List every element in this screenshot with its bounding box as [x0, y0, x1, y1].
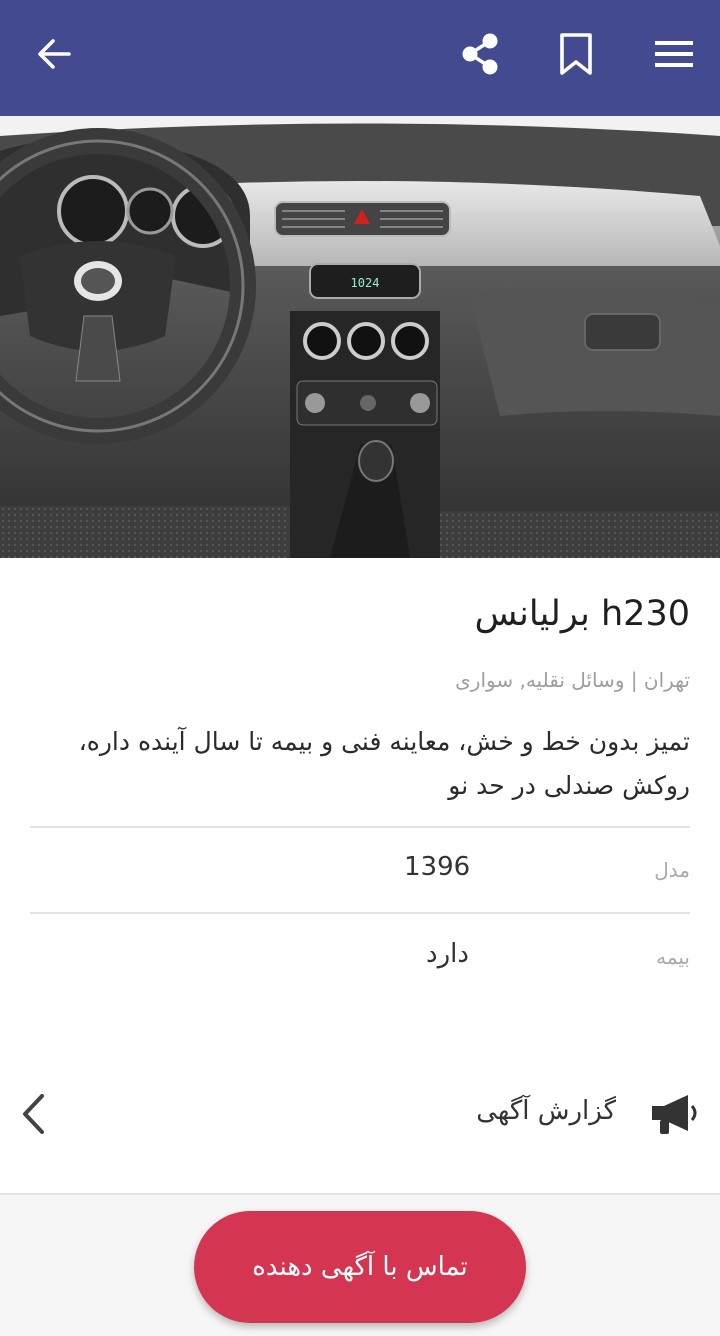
back-arrow-icon: [36, 36, 72, 72]
detail-value-model: 1396: [404, 852, 471, 882]
divider: [30, 912, 690, 914]
megaphone-icon: [648, 1092, 700, 1140]
detail-label-insurance: بیمه: [656, 945, 690, 969]
listing-description: تمیز بدون خط و خش، معاینه فنی و بیمه تا …: [78, 727, 690, 800]
listing-title: برلیانس h230: [474, 594, 690, 634]
hamburger-menu-icon: [655, 40, 693, 68]
bookmark-icon: [558, 32, 594, 76]
divider: [30, 826, 690, 828]
bookmark-button[interactable]: [546, 26, 606, 82]
menu-button[interactable]: [644, 26, 704, 82]
report-listing-label: گزارش آگهی: [476, 1096, 616, 1126]
back-button[interactable]: [24, 26, 84, 82]
listing-location-category: تهران | وسائل نقلیه, سواری: [455, 668, 690, 692]
detail-label-model: مدل: [654, 858, 690, 882]
contact-advertiser-button[interactable]: تماس با آگهی دهنده: [194, 1211, 526, 1323]
share-icon: [458, 32, 502, 76]
detail-value-insurance: دارد: [426, 939, 469, 969]
share-button[interactable]: [450, 26, 510, 82]
chevron-left-icon: [18, 1092, 48, 1140]
app-bar: [0, 0, 720, 116]
svg-text:1024: 1024: [351, 276, 380, 290]
car-interior-photo: 1024: [0, 116, 720, 558]
report-listing-row[interactable]: گزارش آگهی: [0, 1070, 720, 1160]
listing-photo[interactable]: 1024: [0, 116, 720, 558]
